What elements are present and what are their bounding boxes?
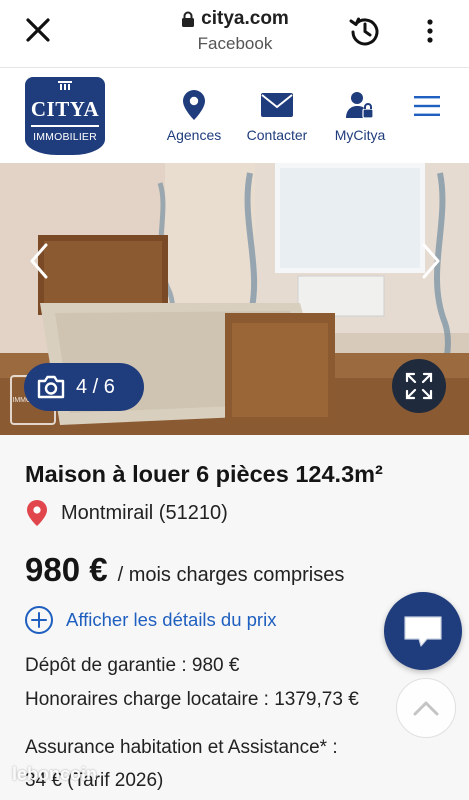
price-row: 980 € / mois charges comprises [25,551,344,589]
nav-contacter-label: Contacter [246,127,308,143]
listing-title: Maison à louer 6 pièces 124.3m² [25,461,383,487]
price-suffix: / mois charges comprises [117,564,345,586]
location-pin-icon [164,89,224,121]
chat-bubble-icon [404,616,442,647]
deposit-text: Dépôt de garantie : 980 € [25,655,240,676]
logo-divider [31,125,99,127]
url-domain: citya.com [201,8,289,29]
scroll-to-top-button[interactable] [396,678,456,738]
envelope-icon [242,89,312,121]
user-lock-icon [330,89,390,121]
photo-gallery[interactable]: IMMOBILIER 4 / 6 [0,163,469,435]
chevron-right-icon [422,243,440,279]
more-vertical-icon[interactable] [424,16,436,46]
lock-icon [182,11,195,27]
next-photo-button[interactable] [418,241,444,281]
site-header: CITYA IMMOBILIER Agences Contacter MyCit… [0,69,469,163]
nav-contacter[interactable]: Contacter [242,89,312,143]
plus-circle-icon [25,606,53,634]
url-display[interactable]: citya.com Facebook [130,8,340,54]
nav-mycitya[interactable]: MyCitya [330,89,390,143]
chevron-left-icon [30,243,48,279]
listing-location: Montmirail (51210) [25,499,228,527]
hamburger-menu-icon[interactable] [414,95,440,117]
history-icon[interactable] [348,14,382,48]
fees-text: Honoraires charge locataire : 1379,73 € [25,689,359,710]
camera-icon [37,375,65,399]
price-details-link[interactable]: Afficher les détails du prix [24,605,276,635]
location-text: Montmirail (51210) [61,501,228,524]
location-pin-icon [27,500,47,526]
browser-toolbar: citya.com Facebook [0,0,469,68]
nav-agences-label: Agences [166,127,222,143]
photo-counter: 4 / 6 [24,363,144,411]
logo-bottom-text: IMMOBILIER [33,131,97,143]
column-icon [58,81,72,90]
photo-counter-text: 4 / 6 [76,375,115,398]
leboncoin-watermark: leboncoin [12,764,97,784]
previous-photo-button[interactable] [26,241,52,281]
insurance-text: Assurance habitation et Assistance* : [25,737,338,758]
nav-agences[interactable]: Agences [164,89,224,143]
expand-icon [405,372,433,400]
price-value: 980 € [25,551,108,588]
close-icon[interactable] [22,14,54,46]
url-referrer: Facebook [197,34,273,53]
nav-mycitya-label: MyCitya [334,127,386,143]
chat-button[interactable] [384,592,462,670]
logo-top-text: CITYA [30,97,100,121]
price-details-label: Afficher les détails du prix [66,609,277,630]
chevron-up-icon [413,701,439,716]
fullscreen-button[interactable] [392,359,446,413]
citya-logo[interactable]: CITYA IMMOBILIER [25,77,105,155]
